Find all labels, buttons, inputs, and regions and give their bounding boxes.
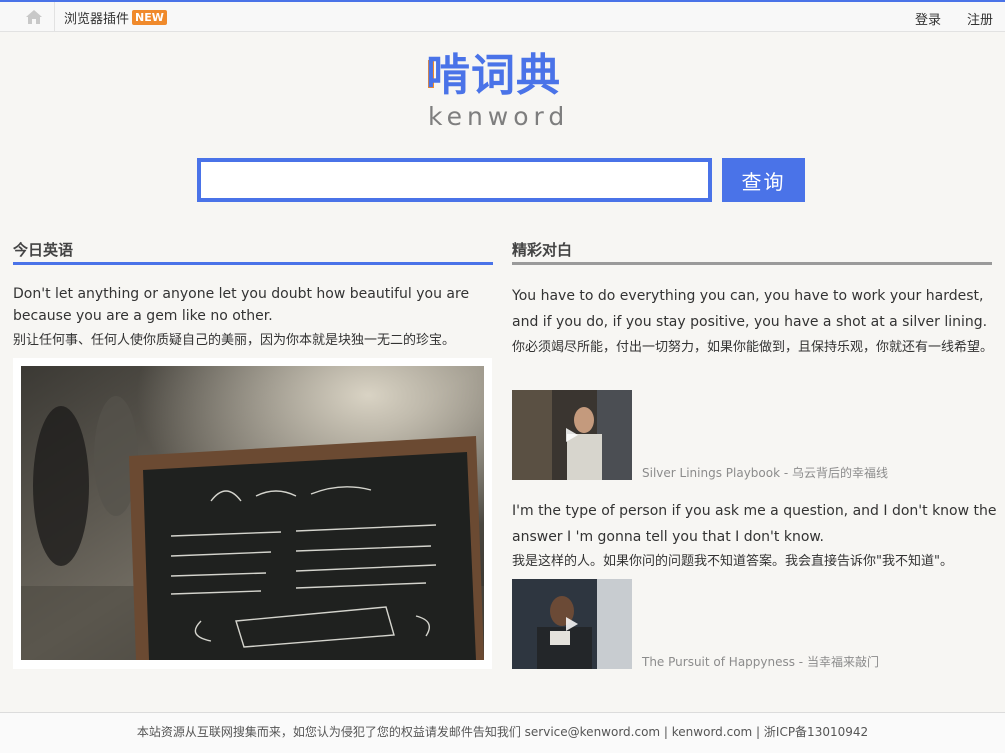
dialogue-1-english: You have to do everything you can, you h… xyxy=(512,288,988,330)
logo-english: kenword xyxy=(428,102,570,131)
search-input[interactable] xyxy=(197,158,712,202)
dialogue-divider xyxy=(512,262,992,265)
register-link[interactable]: 注册 xyxy=(967,9,993,28)
dialogue-2-video-thumbnail[interactable] xyxy=(512,579,632,669)
logo[interactable]: 啃词典 kenword xyxy=(420,50,590,132)
top-bar: 浏览器插件 NEW 登录 注册 xyxy=(0,0,1005,32)
today-photo-frame xyxy=(13,358,492,669)
home-icon xyxy=(26,10,42,24)
search-button[interactable]: 查询 xyxy=(722,158,805,202)
logo-chinese: 啃词典 xyxy=(426,50,561,101)
plugin-label: 浏览器插件 xyxy=(64,12,130,27)
today-english-divider xyxy=(13,262,493,265)
dialogue-1-caption[interactable]: Silver Linings Playbook - 乌云背后的幸福线 xyxy=(642,464,888,481)
dialogue-1-chinese: 你必须竭尽所能，付出一切努力，如果你能做到，且保持乐观，你就还有一线希望。 xyxy=(512,340,994,355)
today-chinese-text: 别让任何事、任何人使你质疑自己的美丽，因为你本就是块独一无二的珍宝。 xyxy=(13,333,456,348)
footer-text: 本站资源从互联网搜集而来，如您认为侵犯了您的权益请发邮件告知我们 service… xyxy=(136,725,869,739)
dialogue-2-chinese: 我是这样的人。如果你问的问题我不知道答案。我会直接告诉你"我不知道"。 xyxy=(512,554,953,569)
dialogue-2-english: I'm the type of person if you ask me a q… xyxy=(512,503,997,545)
footer: 本站资源从互联网搜集而来，如您认为侵犯了您的权益请发邮件告知我们 service… xyxy=(0,712,1005,753)
dialogue-1-video-thumbnail[interactable] xyxy=(512,390,632,480)
home-button[interactable] xyxy=(14,2,55,32)
new-badge: NEW xyxy=(132,10,167,25)
dialogue-2-caption[interactable]: The Pursuit of Happyness - 当幸福来敲门 xyxy=(642,653,879,670)
login-link[interactable]: 登录 xyxy=(915,9,941,28)
today-english-text: Don't let anything or anyone let you dou… xyxy=(13,286,470,324)
cafe-chalkboard-photo xyxy=(21,366,484,660)
today-english-title: 今日英语 xyxy=(13,241,74,259)
dialogue-title: 精彩对白 xyxy=(512,241,573,259)
browser-plugin-link[interactable]: 浏览器插件 NEW xyxy=(64,8,167,27)
